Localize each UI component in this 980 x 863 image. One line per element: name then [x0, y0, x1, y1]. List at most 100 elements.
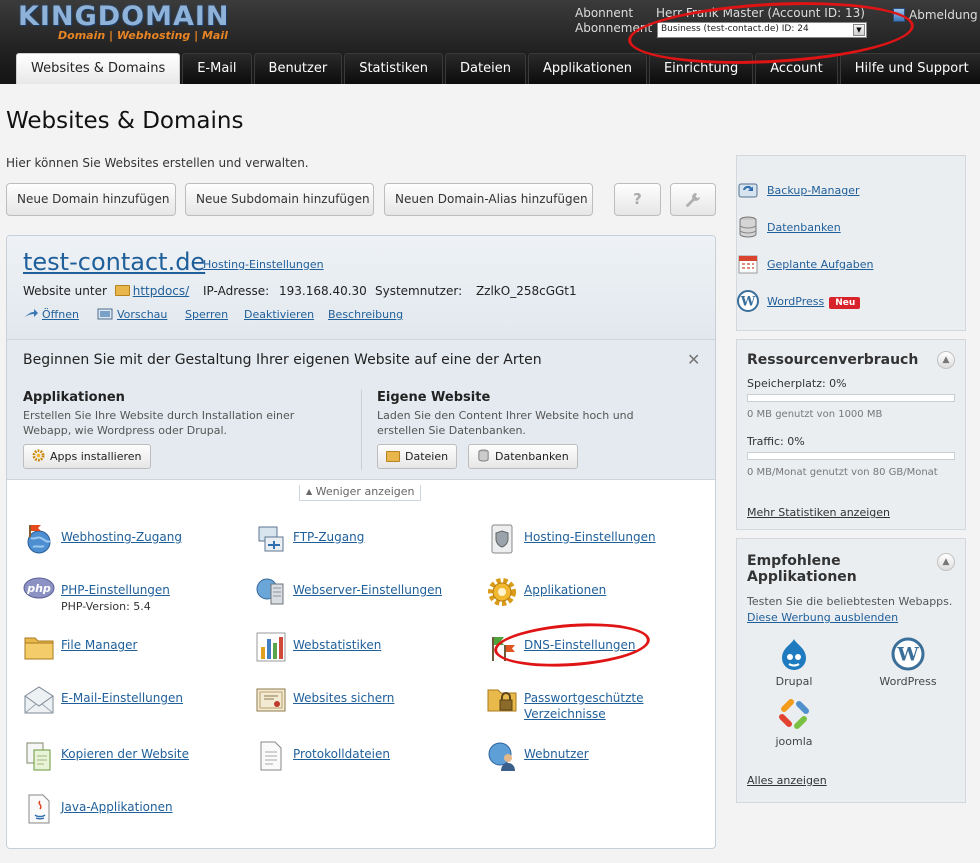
domain-action-description[interactable]: Beschreibung [328, 308, 403, 321]
tab-applications[interactable]: Applikationen [527, 53, 647, 84]
recommended-apps-text: Testen Sie die beliebtesten Webapps. Die… [747, 595, 953, 624]
domain-action-suspend[interactable]: Sperren [185, 308, 228, 321]
install-apps-button[interactable]: Apps installieren [23, 444, 151, 469]
logout-label: Abmeldung [909, 8, 978, 22]
more-statistics-link[interactable]: Mehr Statistiken anzeigen [747, 506, 890, 519]
database-icon [478, 449, 489, 462]
subscription-select[interactable]: Business (test-contact.de) ID: 24 ▼ [657, 22, 867, 38]
close-icon[interactable]: ✕ [687, 350, 700, 369]
mail-icon [24, 686, 54, 714]
folder-icon [386, 451, 400, 462]
logout-link[interactable]: Abmeldung [893, 8, 978, 22]
app-wordpress[interactable]: W WordPress [873, 637, 943, 688]
webuser-icon [488, 742, 515, 771]
add-subdomain-button[interactable]: Neue Subdomain hinzufügen [185, 183, 374, 216]
sidebar-item-wordpress[interactable]: W WordPress Neu [737, 290, 861, 312]
hosting-settings-link[interactable]: Hosting-Einstellungen [203, 258, 324, 271]
new-badge: Neu [829, 297, 861, 309]
subscriber-name[interactable]: Herr Frank Master (Account ID: 13) [656, 6, 865, 20]
globe-icon [27, 525, 51, 554]
domain-action-open[interactable]: Öffnen [23, 308, 79, 321]
drupal-icon [782, 639, 806, 670]
sidebar-links-box: Backup-Manager Datenbanken Geplante Aufg… [736, 155, 966, 331]
website-under-label: Website unter [23, 284, 107, 298]
sidebar-item-scheduled-tasks[interactable]: Geplante Aufgaben [738, 255, 873, 274]
hide-ads-link[interactable]: Diese Werbung ausblenden [747, 611, 898, 624]
logo-text: KINGDOMAIN [18, 1, 230, 32]
wrench-button[interactable] [670, 183, 716, 216]
domain-action-disable[interactable]: Deaktivieren [244, 308, 314, 321]
sysuser-label: Systemnutzer: [375, 284, 463, 298]
tool-label: E-Mail-Einstellungen [61, 691, 183, 705]
backup-icon [738, 183, 758, 198]
top-header: KINGDOMAIN Domain | Webhosting | Mail Ab… [0, 0, 980, 84]
add-domain-button[interactable]: Neue Domain hinzufügen [6, 183, 176, 216]
svg-text:W: W [740, 295, 756, 310]
databases-button[interactable]: Datenbanken [468, 444, 578, 469]
server-icon [256, 578, 284, 605]
tool-label: Passwortgeschützte Verzeichnisse [524, 691, 644, 721]
domain-action-preview[interactable]: Vorschau [97, 308, 167, 321]
tool-label: File Manager [61, 638, 138, 652]
docroot-link[interactable]: httpdocs/ [133, 284, 189, 298]
account-labels: Abonnent Abonnement [575, 6, 652, 36]
tool-label: Webserver-Einstellungen [293, 583, 443, 597]
page-description: Hier können Sie Websites erstellen und v… [6, 156, 309, 170]
traffic-usage-text: 0 MB/Monat genutzt von 80 GB/Monat [747, 467, 938, 478]
wrench-icon [686, 193, 700, 207]
tab-email[interactable]: E-Mail [182, 53, 252, 84]
folder-icon [114, 285, 130, 296]
chevron-down-icon[interactable]: ▼ [853, 24, 865, 36]
open-icon [24, 309, 38, 317]
tab-help-support[interactable]: Hilfe und Support [839, 53, 980, 84]
tab-files[interactable]: Dateien [445, 53, 526, 84]
main-tabs: Websites & Domains E-Mail Benutzer Stati… [16, 53, 980, 84]
resource-usage-box: Ressourcenverbrauch ▲ Speicherplatz: 0% … [736, 339, 966, 530]
gear-icon [32, 449, 45, 462]
tab-statistics[interactable]: Statistiken [344, 53, 444, 84]
sysuser-row: Systemnutzer: ZzlkO_258cGGt1 [375, 284, 577, 298]
tab-settings[interactable]: Einrichtung [648, 53, 754, 84]
collapse-icon[interactable]: ▲ [937, 553, 955, 571]
ip-row: IP-Adresse: 193.168.40.30 [203, 284, 367, 298]
tab-users[interactable]: Benutzer [253, 53, 343, 84]
sidebar-item-backup-manager[interactable]: Backup-Manager [738, 183, 860, 198]
traffic-bar [747, 452, 955, 460]
show-all-apps-link[interactable]: Alles anzeigen [747, 774, 827, 787]
tool-label: Webhosting-Zugang [61, 530, 182, 544]
tool-label: Websites sichern [293, 691, 395, 705]
logo-tagline: Domain | Webhosting | Mail [58, 29, 228, 42]
certificate-icon [256, 688, 286, 712]
ip-value: 193.168.40.30 [279, 284, 367, 298]
column-divider [361, 390, 362, 470]
add-domain-alias-button[interactable]: Neuen Domain-Alias hinzufügen [384, 183, 593, 216]
tool-label: FTP-Zugang [293, 530, 365, 544]
starter-title: Beginnen Sie mit der Gestaltung Ihrer ei… [23, 352, 542, 368]
help-button[interactable]: ? [614, 183, 661, 216]
wordpress-icon: W [891, 637, 925, 671]
tool-label: Webstatistiken [293, 638, 382, 652]
starter-box: Beginnen Sie mit der Gestaltung Ihrer ei… [7, 340, 715, 480]
own-website-title: Eigene Website [377, 390, 491, 405]
copy-icon [26, 742, 51, 771]
domain-panel: test-contact.de Hosting-Einstellungen We… [6, 235, 716, 849]
tab-websites-domains[interactable]: Websites & Domains [16, 53, 181, 84]
tab-account[interactable]: Account [755, 53, 838, 84]
app-joomla[interactable]: joomla [759, 697, 829, 748]
files-button[interactable]: Dateien [377, 444, 458, 469]
domain-header: test-contact.de Hosting-Einstellungen We… [7, 236, 715, 340]
sidebar-item-databases[interactable]: Datenbanken [739, 216, 841, 238]
storage-bar [747, 394, 955, 402]
brand-logo[interactable]: KINGDOMAIN Domain | Webhosting | Mail [14, 1, 230, 46]
dns-icon [492, 637, 515, 661]
wordpress-icon: W [737, 290, 759, 312]
domain-name-link[interactable]: test-contact.de [23, 248, 205, 276]
show-less-toggle[interactable]: ▲ Weniger anzeigen [299, 485, 422, 501]
recommended-apps-title: Empfohlene Applikationen [747, 553, 857, 585]
app-drupal[interactable]: Drupal [759, 637, 829, 688]
own-website-text: Laden Sie den Content Ihrer Website hoch… [377, 409, 634, 437]
collapse-icon[interactable]: ▲ [937, 351, 955, 369]
database-icon [739, 216, 757, 238]
chart-icon [256, 632, 286, 662]
ftp-icon [258, 526, 284, 552]
